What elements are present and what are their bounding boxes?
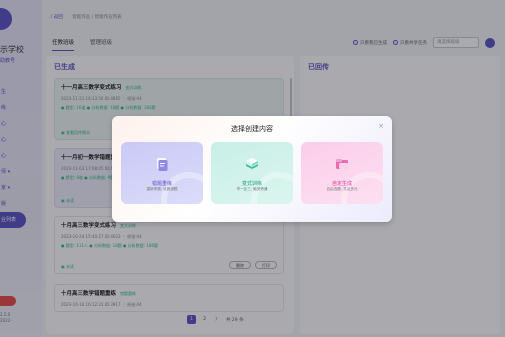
close-icon[interactable]: ×	[378, 122, 384, 130]
option-label: 变式训练	[241, 181, 262, 187]
dialog-title: 选择创建内容	[231, 125, 273, 133]
option-description: 自由选题, 灵活多元	[326, 187, 358, 191]
option-variant-training[interactable]: 变式训练 举一反三, 触类旁通	[211, 142, 293, 204]
create-content-dialog: 选择创建内容 × 错题重练 重新练题, 巩固错题 变式训练 举一反三, 触类旁通…	[112, 116, 392, 222]
document-stack-icon	[157, 158, 168, 171]
folder-icon	[336, 159, 348, 169]
option-description: 举一反三, 触类旁通	[236, 187, 268, 191]
option-description: 重新练题, 巩固错题	[146, 187, 178, 191]
layers-icon	[246, 158, 258, 169]
option-label: 错题重练	[151, 181, 172, 187]
option-custom-generate[interactable]: 自定生成 自由选题, 灵活多元	[301, 142, 383, 204]
option-wrong-question-practice[interactable]: 错题重练 重新练题, 巩固错题	[121, 142, 203, 204]
option-label: 自定生成	[331, 181, 352, 187]
